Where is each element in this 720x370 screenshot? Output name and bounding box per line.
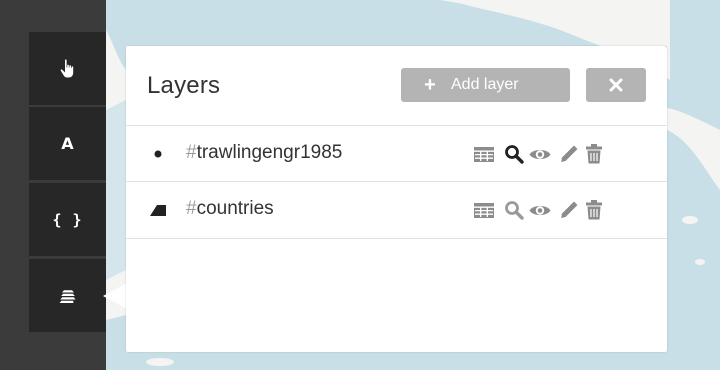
trash-icon[interactable]	[582, 142, 606, 166]
layer-name-text: countries	[196, 198, 274, 219]
text-tool-button[interactable]: A	[29, 107, 106, 180]
layer-hash: #	[186, 198, 197, 219]
table-icon[interactable]	[472, 142, 496, 166]
layer-name[interactable]: #trawlingengr1985	[186, 142, 342, 164]
layer-row[interactable]: #trawlingengr1985	[126, 125, 667, 182]
search-icon[interactable]	[502, 198, 526, 222]
layers-icon	[56, 284, 80, 308]
layers-tool-button[interactable]	[29, 259, 106, 332]
pencil-icon[interactable]	[557, 142, 581, 166]
layers-panel: Layers + Add layer #trawlingengr1985 #co…	[126, 46, 667, 352]
layer-row[interactable]: #countries	[126, 181, 667, 239]
add-layer-label: Add layer	[451, 76, 519, 93]
polygon-marker-icon	[148, 200, 168, 220]
point-marker-icon	[148, 144, 168, 164]
add-layer-button[interactable]: + Add layer	[401, 68, 570, 102]
panel-pointer	[103, 283, 127, 309]
text-a-icon: A	[61, 134, 74, 153]
braces-icon: { }	[52, 210, 83, 229]
pencil-icon[interactable]	[557, 198, 581, 222]
close-panel-button[interactable]	[586, 68, 646, 102]
select-tool-button[interactable]	[29, 32, 106, 105]
code-tool-button[interactable]: { }	[29, 183, 106, 256]
layer-hash: #	[186, 142, 197, 163]
eye-icon[interactable]	[528, 198, 552, 222]
hand-pointer-icon	[56, 57, 80, 81]
search-icon[interactable]	[502, 142, 526, 166]
panel-title: Layers	[147, 72, 221, 99]
plus-icon: +	[424, 73, 436, 96]
layer-name[interactable]: #countries	[186, 198, 274, 220]
trash-icon[interactable]	[582, 198, 606, 222]
tool-sidebar: A { }	[0, 0, 106, 370]
table-icon[interactable]	[472, 198, 496, 222]
layer-name-text: trawlingengr1985	[196, 142, 343, 163]
close-icon	[609, 78, 623, 92]
eye-icon[interactable]	[528, 142, 552, 166]
